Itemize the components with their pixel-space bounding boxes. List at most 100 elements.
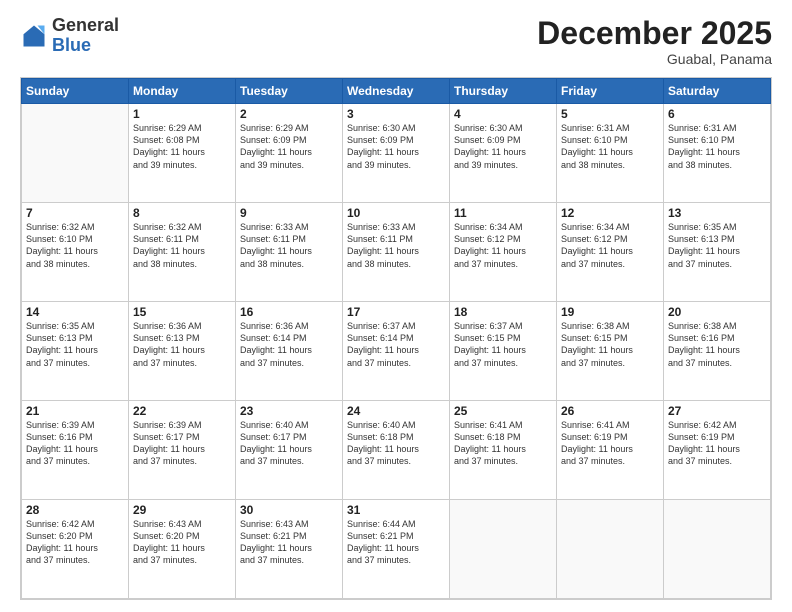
calendar-header: Sunday Monday Tuesday Wednesday Thursday… [22,79,771,104]
col-wednesday: Wednesday [343,79,450,104]
page: General Blue December 2025 Guabal, Panam… [0,0,792,612]
col-thursday: Thursday [450,79,557,104]
calendar-cell: 2Sunrise: 6:29 AM Sunset: 6:09 PM Daylig… [236,104,343,203]
calendar-cell: 30Sunrise: 6:43 AM Sunset: 6:21 PM Dayli… [236,500,343,599]
day-info: Sunrise: 6:33 AM Sunset: 6:11 PM Dayligh… [347,221,445,270]
day-info: Sunrise: 6:35 AM Sunset: 6:13 PM Dayligh… [668,221,766,270]
day-number: 6 [668,107,766,121]
calendar-cell: 9Sunrise: 6:33 AM Sunset: 6:11 PM Daylig… [236,203,343,302]
calendar-cell: 10Sunrise: 6:33 AM Sunset: 6:11 PM Dayli… [343,203,450,302]
day-number: 1 [133,107,231,121]
day-number: 3 [347,107,445,121]
calendar-cell [22,104,129,203]
day-number: 5 [561,107,659,121]
calendar-cell: 7Sunrise: 6:32 AM Sunset: 6:10 PM Daylig… [22,203,129,302]
calendar-body: 1Sunrise: 6:29 AM Sunset: 6:08 PM Daylig… [22,104,771,599]
day-number: 24 [347,404,445,418]
calendar-cell: 11Sunrise: 6:34 AM Sunset: 6:12 PM Dayli… [450,203,557,302]
calendar: Sunday Monday Tuesday Wednesday Thursday… [20,77,772,600]
calendar-cell: 27Sunrise: 6:42 AM Sunset: 6:19 PM Dayli… [664,401,771,500]
day-info: Sunrise: 6:31 AM Sunset: 6:10 PM Dayligh… [561,122,659,171]
month-title: December 2025 [537,16,772,51]
day-info: Sunrise: 6:30 AM Sunset: 6:09 PM Dayligh… [347,122,445,171]
logo-general: General [52,15,119,35]
day-info: Sunrise: 6:34 AM Sunset: 6:12 PM Dayligh… [561,221,659,270]
calendar-cell [664,500,771,599]
day-info: Sunrise: 6:40 AM Sunset: 6:17 PM Dayligh… [240,419,338,468]
calendar-cell [557,500,664,599]
day-info: Sunrise: 6:32 AM Sunset: 6:11 PM Dayligh… [133,221,231,270]
calendar-cell: 21Sunrise: 6:39 AM Sunset: 6:16 PM Dayli… [22,401,129,500]
calendar-cell: 31Sunrise: 6:44 AM Sunset: 6:21 PM Dayli… [343,500,450,599]
day-info: Sunrise: 6:39 AM Sunset: 6:17 PM Dayligh… [133,419,231,468]
day-info: Sunrise: 6:30 AM Sunset: 6:09 PM Dayligh… [454,122,552,171]
day-info: Sunrise: 6:38 AM Sunset: 6:15 PM Dayligh… [561,320,659,369]
calendar-cell: 28Sunrise: 6:42 AM Sunset: 6:20 PM Dayli… [22,500,129,599]
day-number: 2 [240,107,338,121]
logo-icon [20,22,48,50]
day-info: Sunrise: 6:35 AM Sunset: 6:13 PM Dayligh… [26,320,124,369]
day-number: 16 [240,305,338,319]
day-number: 13 [668,206,766,220]
calendar-cell: 23Sunrise: 6:40 AM Sunset: 6:17 PM Dayli… [236,401,343,500]
col-tuesday: Tuesday [236,79,343,104]
day-info: Sunrise: 6:38 AM Sunset: 6:16 PM Dayligh… [668,320,766,369]
day-info: Sunrise: 6:34 AM Sunset: 6:12 PM Dayligh… [454,221,552,270]
calendar-cell: 13Sunrise: 6:35 AM Sunset: 6:13 PM Dayli… [664,203,771,302]
day-number: 26 [561,404,659,418]
logo-blue: Blue [52,35,91,55]
day-info: Sunrise: 6:41 AM Sunset: 6:19 PM Dayligh… [561,419,659,468]
week-row-4: 21Sunrise: 6:39 AM Sunset: 6:16 PM Dayli… [22,401,771,500]
day-number: 11 [454,206,552,220]
day-number: 20 [668,305,766,319]
calendar-cell: 8Sunrise: 6:32 AM Sunset: 6:11 PM Daylig… [129,203,236,302]
location-subtitle: Guabal, Panama [537,51,772,67]
calendar-cell: 16Sunrise: 6:36 AM Sunset: 6:14 PM Dayli… [236,302,343,401]
day-info: Sunrise: 6:37 AM Sunset: 6:14 PM Dayligh… [347,320,445,369]
col-saturday: Saturday [664,79,771,104]
calendar-cell: 14Sunrise: 6:35 AM Sunset: 6:13 PM Dayli… [22,302,129,401]
day-number: 12 [561,206,659,220]
day-number: 28 [26,503,124,517]
calendar-cell: 1Sunrise: 6:29 AM Sunset: 6:08 PM Daylig… [129,104,236,203]
calendar-cell: 25Sunrise: 6:41 AM Sunset: 6:18 PM Dayli… [450,401,557,500]
calendar-cell: 18Sunrise: 6:37 AM Sunset: 6:15 PM Dayli… [450,302,557,401]
day-info: Sunrise: 6:37 AM Sunset: 6:15 PM Dayligh… [454,320,552,369]
day-number: 31 [347,503,445,517]
calendar-table: Sunday Monday Tuesday Wednesday Thursday… [21,78,771,599]
col-sunday: Sunday [22,79,129,104]
day-info: Sunrise: 6:29 AM Sunset: 6:09 PM Dayligh… [240,122,338,171]
day-info: Sunrise: 6:40 AM Sunset: 6:18 PM Dayligh… [347,419,445,468]
week-row-1: 1Sunrise: 6:29 AM Sunset: 6:08 PM Daylig… [22,104,771,203]
day-number: 14 [26,305,124,319]
calendar-cell: 22Sunrise: 6:39 AM Sunset: 6:17 PM Dayli… [129,401,236,500]
calendar-cell: 26Sunrise: 6:41 AM Sunset: 6:19 PM Dayli… [557,401,664,500]
calendar-cell: 20Sunrise: 6:38 AM Sunset: 6:16 PM Dayli… [664,302,771,401]
day-info: Sunrise: 6:42 AM Sunset: 6:20 PM Dayligh… [26,518,124,567]
day-number: 7 [26,206,124,220]
day-number: 21 [26,404,124,418]
header: General Blue December 2025 Guabal, Panam… [20,16,772,67]
day-info: Sunrise: 6:39 AM Sunset: 6:16 PM Dayligh… [26,419,124,468]
calendar-cell: 17Sunrise: 6:37 AM Sunset: 6:14 PM Dayli… [343,302,450,401]
week-row-2: 7Sunrise: 6:32 AM Sunset: 6:10 PM Daylig… [22,203,771,302]
day-number: 19 [561,305,659,319]
col-monday: Monday [129,79,236,104]
day-number: 18 [454,305,552,319]
day-number: 4 [454,107,552,121]
day-number: 29 [133,503,231,517]
title-block: December 2025 Guabal, Panama [537,16,772,67]
logo-text: General Blue [52,16,119,56]
day-info: Sunrise: 6:43 AM Sunset: 6:21 PM Dayligh… [240,518,338,567]
calendar-cell: 5Sunrise: 6:31 AM Sunset: 6:10 PM Daylig… [557,104,664,203]
day-info: Sunrise: 6:43 AM Sunset: 6:20 PM Dayligh… [133,518,231,567]
day-info: Sunrise: 6:29 AM Sunset: 6:08 PM Dayligh… [133,122,231,171]
day-info: Sunrise: 6:32 AM Sunset: 6:10 PM Dayligh… [26,221,124,270]
day-number: 17 [347,305,445,319]
calendar-cell: 15Sunrise: 6:36 AM Sunset: 6:13 PM Dayli… [129,302,236,401]
day-number: 8 [133,206,231,220]
calendar-cell: 3Sunrise: 6:30 AM Sunset: 6:09 PM Daylig… [343,104,450,203]
week-row-3: 14Sunrise: 6:35 AM Sunset: 6:13 PM Dayli… [22,302,771,401]
calendar-cell [450,500,557,599]
day-number: 25 [454,404,552,418]
